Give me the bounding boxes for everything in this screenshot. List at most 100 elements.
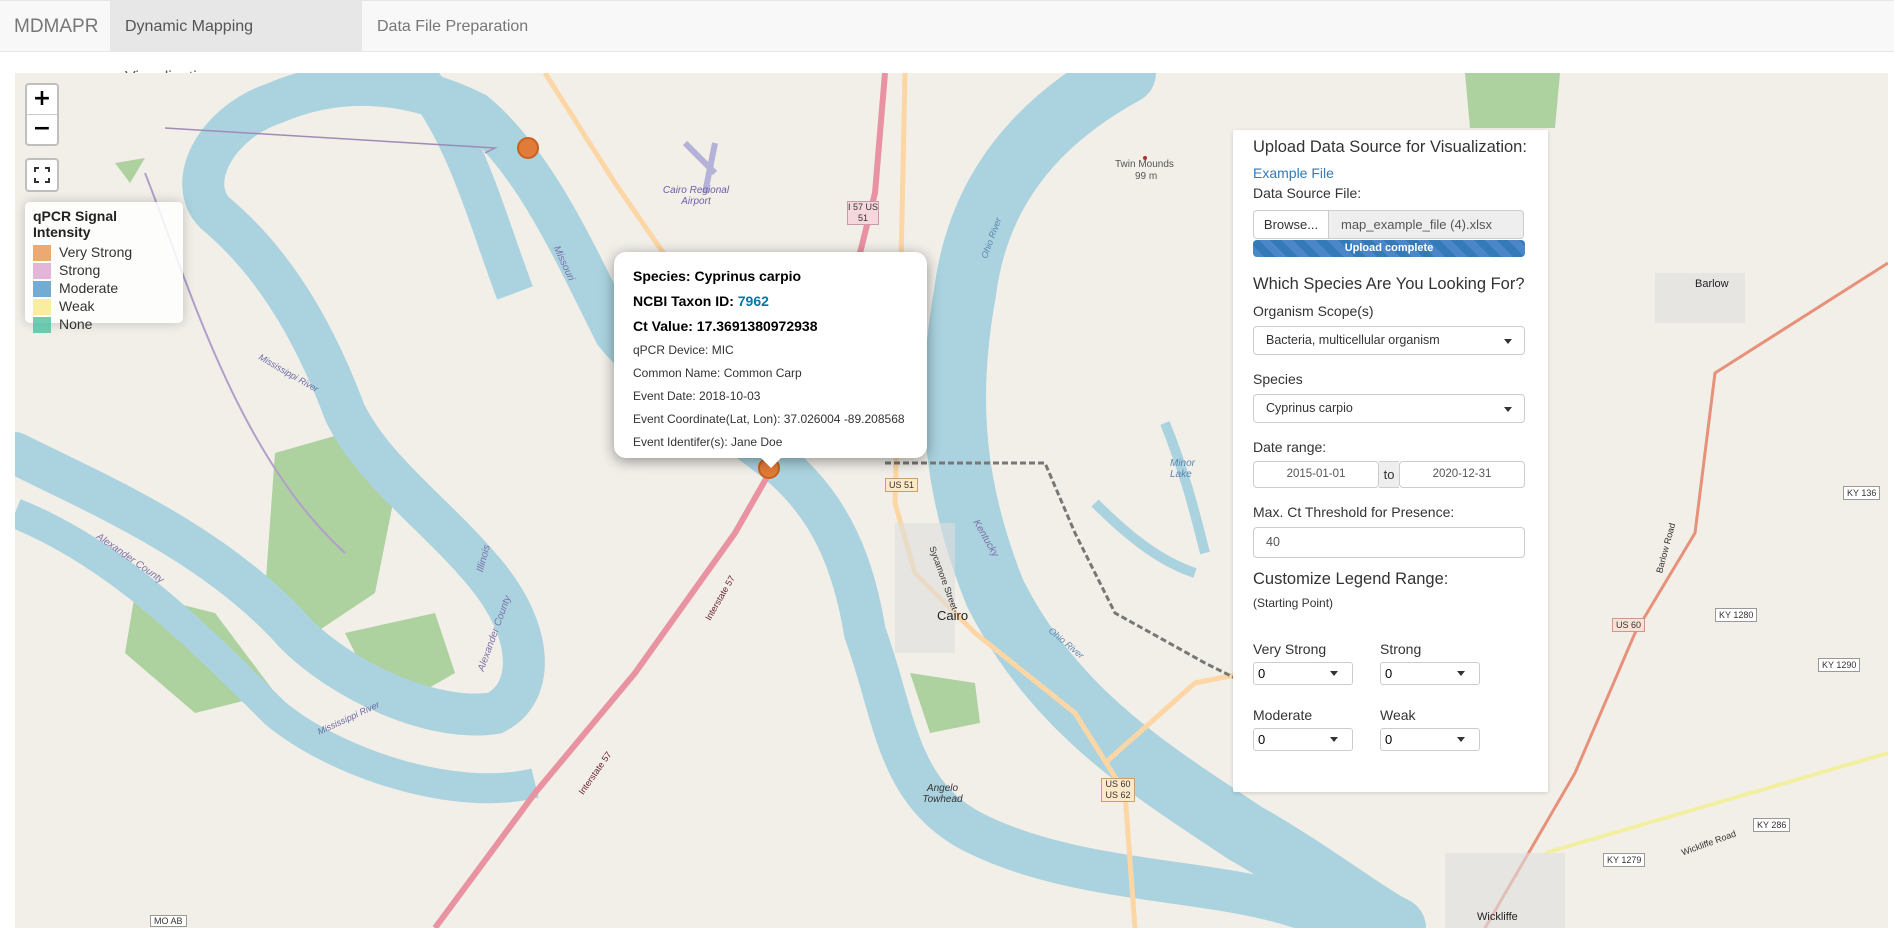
weak-value: 0 <box>1385 732 1393 747</box>
file-name-field[interactable]: map_example_file (4).xlsx <box>1328 210 1524 239</box>
control-panel: Upload Data Source for Visualization: Ex… <box>1233 130 1548 792</box>
forest-area <box>910 673 980 733</box>
moderate-value: 0 <box>1258 732 1266 747</box>
legend-swatch <box>33 263 51 280</box>
legend-range-title: Customize Legend Range: <box>1253 570 1449 588</box>
browse-button[interactable]: Browse... <box>1253 210 1329 239</box>
legend-swatch <box>33 281 51 298</box>
very-strong-label: Very Strong <box>1253 641 1327 657</box>
legend-item: Very Strong <box>33 243 175 262</box>
example-file-link[interactable]: Example File <box>1253 165 1334 181</box>
popup-coordinates: Event Coordinate(Lat, Lon): 37.026004 -8… <box>633 412 905 426</box>
moderate-label: Moderate <box>1253 707 1313 723</box>
label-barlow: Barlow <box>1695 278 1729 290</box>
popup-common-name: Common Name: Common Carp <box>633 366 802 380</box>
zoom-control: + − <box>25 83 59 146</box>
fullscreen-icon <box>34 167 50 183</box>
legend-swatch <box>33 245 51 262</box>
strong-select[interactable]: 0 <box>1380 662 1480 685</box>
weak-label: Weak <box>1380 707 1416 723</box>
shield-us60: US 60 <box>1612 618 1646 632</box>
date-end-input[interactable]: 2020-12-31 <box>1399 461 1525 488</box>
forest-area <box>1465 73 1560 128</box>
tab-dynamic-mapping[interactable]: Dynamic Mapping Visualization <box>110 1 362 86</box>
shield-us51: US 51 <box>885 478 919 492</box>
data-point-marker[interactable] <box>517 137 539 159</box>
ct-threshold-label: Max. Ct Threshold for Presence: <box>1253 504 1455 520</box>
slough <box>1091 499 1197 578</box>
legend-swatch <box>33 317 51 334</box>
label-airport: Cairo Regional Airport <box>662 185 730 207</box>
popup-taxon-id: NCBI Taxon ID: 7962 <box>633 293 769 309</box>
popup-ct-value: Ct Value: 17.3691380972938 <box>633 318 818 334</box>
chevron-down-icon <box>1457 737 1465 742</box>
tab-data-file-preparation[interactable]: Data File Preparation <box>362 1 543 52</box>
chevron-down-icon <box>1457 671 1465 676</box>
chevron-down-icon <box>1504 339 1512 344</box>
species-label: Species <box>1253 371 1303 387</box>
very-strong-value: 0 <box>1258 666 1266 681</box>
organism-scope-value: Bacteria, multicellular organism <box>1266 333 1440 347</box>
shield-ky1290: KY 1290 <box>1818 658 1861 672</box>
chevron-down-icon <box>1504 407 1512 412</box>
file-input: Browse... map_example_file (4).xlsx <box>1253 210 1525 239</box>
chevron-down-icon <box>1330 737 1338 742</box>
shield-i57-us51: I 57 US 51 <box>847 201 879 225</box>
ct-threshold-input[interactable]: 40 <box>1253 527 1525 558</box>
shield-us60-us62: US 60 US 62 <box>1101 778 1135 802</box>
shield-ky1280: KY 1280 <box>1715 608 1758 622</box>
moderate-select[interactable]: 0 <box>1253 728 1353 751</box>
minor-lake <box>1160 421 1210 555</box>
data-source-label: Data Source File: <box>1253 185 1362 201</box>
legend-range-subtitle: (Starting Point) <box>1253 596 1334 610</box>
label-angelo-towhead: Angelo Towhead <box>922 783 963 805</box>
map-canvas[interactable]: Cairo Regional Airport Twin Mounds 99 m … <box>15 73 1888 928</box>
date-start-input[interactable]: 2015-01-01 <box>1253 461 1379 488</box>
popup-identifier: Event Identifer(s): Jane Doe <box>633 435 783 449</box>
species-select[interactable]: Cyprinus carpio <box>1253 394 1525 423</box>
popup-device: qPCR Device: MIC <box>633 343 734 357</box>
shield-ky136: KY 136 <box>1843 486 1881 500</box>
popup-tip <box>761 458 781 468</box>
chevron-down-icon <box>1330 671 1338 676</box>
marker-popup: Species: Cyprinus carpio NCBI Taxon ID: … <box>614 252 927 468</box>
label-twin-mounds-elev: 99 m <box>1135 171 1158 182</box>
upload-progress-bar: Upload complete <box>1253 240 1525 257</box>
shield-mo-ab: MO AB <box>150 915 187 927</box>
legend-swatch <box>33 299 51 316</box>
zoom-out-button[interactable]: − <box>27 115 57 144</box>
label-minor-lake: Minor Lake <box>1170 458 1196 480</box>
species-title: Which Species Are You Looking For? <box>1253 275 1525 293</box>
legend-label: Moderate <box>59 280 119 296</box>
upload-title: Upload Data Source for Visualization: <box>1253 138 1527 156</box>
weak-select[interactable]: 0 <box>1380 728 1480 751</box>
date-range-input: 2015-01-01 to 2020-12-31 <box>1253 461 1525 488</box>
shield-ky286: KY 286 <box>1753 818 1791 832</box>
navbar: MDMAPR Dynamic Mapping Visualization Dat… <box>0 0 1894 86</box>
app-brand[interactable]: MDMAPR <box>14 1 98 53</box>
legend-label: Strong <box>59 262 101 278</box>
fullscreen-button[interactable] <box>25 158 59 192</box>
strong-label: Strong <box>1380 641 1422 657</box>
legend-item: Weak <box>33 297 175 316</box>
legend-item: Moderate <box>33 279 175 298</box>
taxon-id-link[interactable]: 7962 <box>738 293 769 309</box>
organism-scope-label: Organism Scope(s) <box>1253 303 1374 319</box>
interstate-57-north <box>852 73 888 274</box>
label-twin-mounds: Twin Mounds <box>1115 159 1174 170</box>
popup-species: Species: Cyprinus carpio <box>633 268 802 284</box>
label-wickliffe: Wickliffe <box>1477 911 1518 923</box>
strong-value: 0 <box>1385 666 1393 681</box>
legend-item: Strong <box>33 261 175 280</box>
legend-label: Very Strong <box>59 244 133 260</box>
shield-ky1279: KY 1279 <box>1603 853 1646 867</box>
organism-scope-select[interactable]: Bacteria, multicellular organism <box>1253 326 1525 355</box>
zoom-in-button[interactable]: + <box>27 85 57 115</box>
forest-area <box>115 158 145 183</box>
date-separator: to <box>1379 461 1399 488</box>
species-value: Cyprinus carpio <box>1266 401 1353 415</box>
very-strong-select[interactable]: 0 <box>1253 662 1353 685</box>
date-range-label: Date range: <box>1253 439 1327 455</box>
legend-label: None <box>59 316 93 332</box>
popup-event-date: Event Date: 2018-10-03 <box>633 389 761 403</box>
